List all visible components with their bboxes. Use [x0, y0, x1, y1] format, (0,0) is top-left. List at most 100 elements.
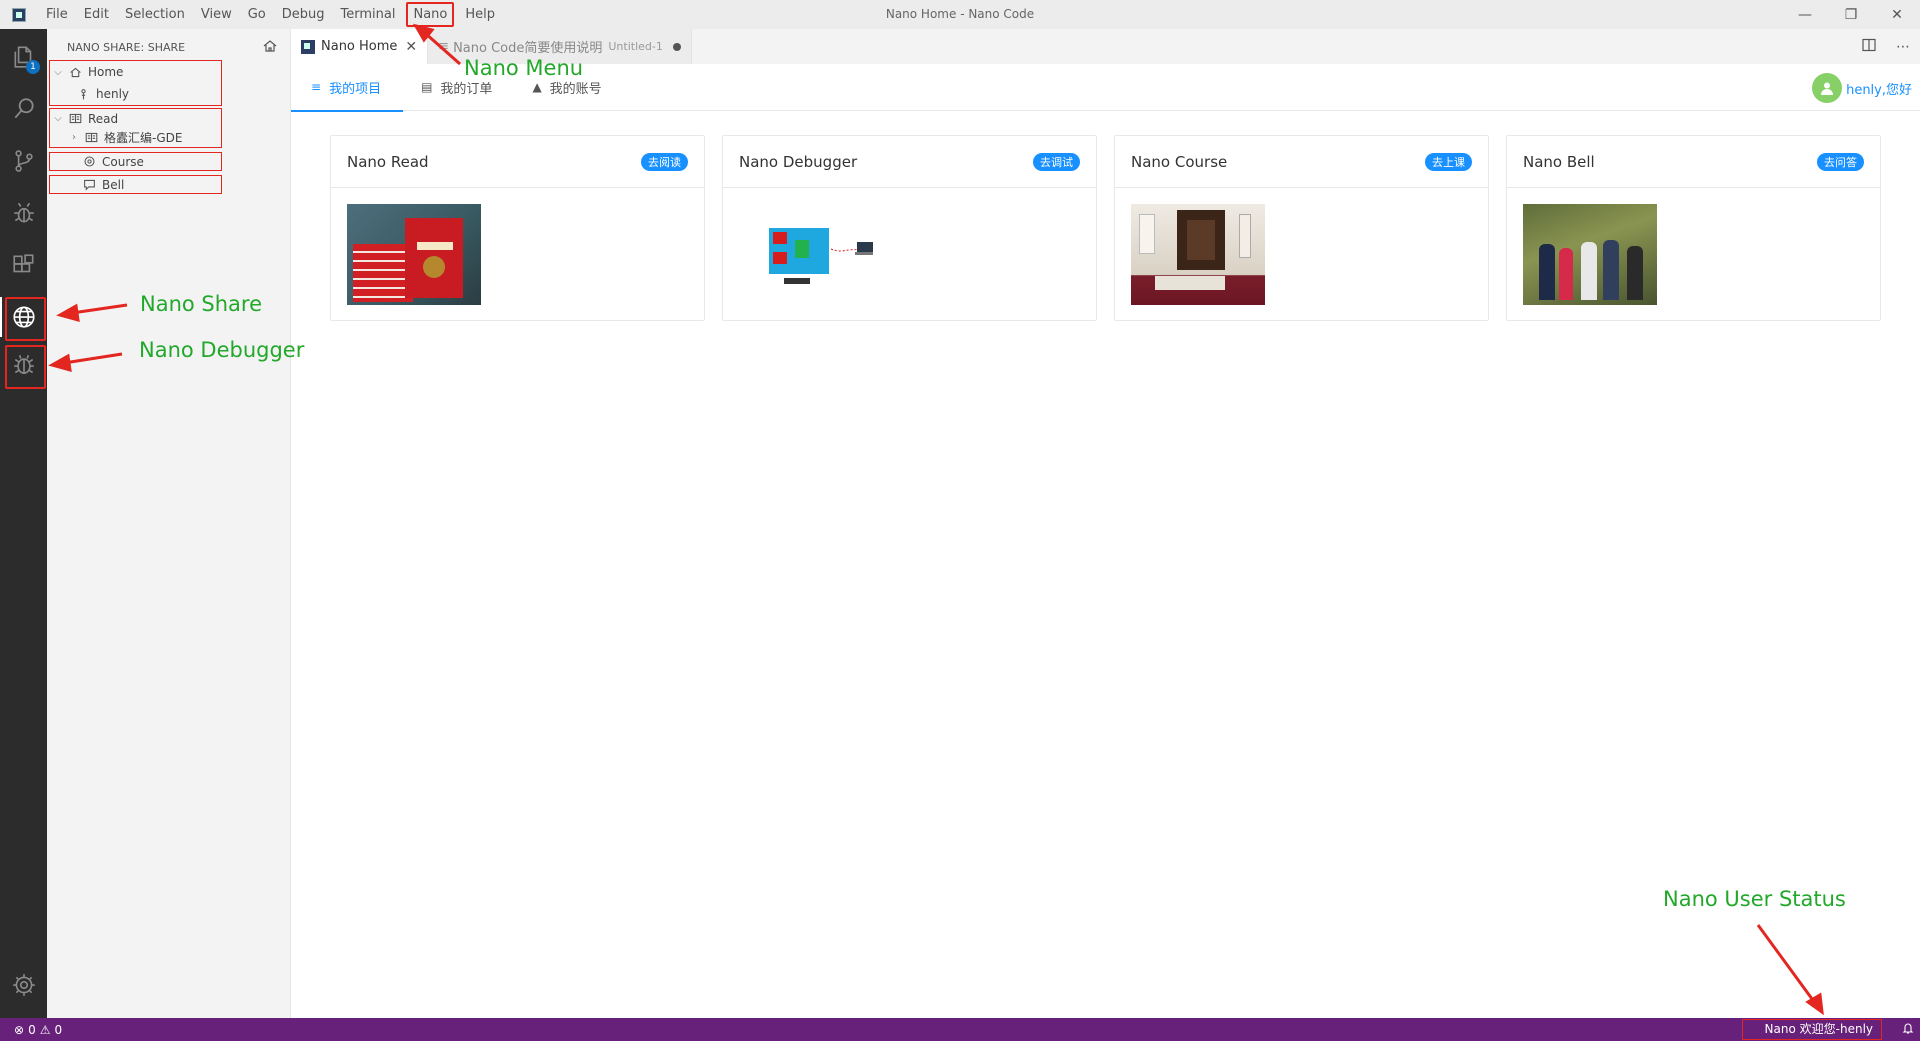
- tree-group-course: Course: [49, 152, 222, 171]
- go-class-button[interactable]: 去上课: [1425, 152, 1472, 171]
- tree-item-bell[interactable]: Bell: [50, 176, 221, 193]
- avatar[interactable]: [1812, 73, 1843, 103]
- nano-logo-icon: [301, 39, 315, 54]
- nano-user-status[interactable]: Nano 欢迎您-henly: [1741, 1019, 1882, 1040]
- window-controls: — ❐ ✕: [1782, 0, 1920, 29]
- explorer-button[interactable]: 1: [0, 33, 47, 81]
- search-button[interactable]: [0, 85, 47, 133]
- debug-button[interactable]: [0, 189, 47, 237]
- extensions-icon: [12, 254, 33, 273]
- error-count: 0: [28, 1022, 36, 1037]
- explorer-badge: 1: [26, 60, 40, 74]
- tab-actions: ⋯: [1852, 29, 1920, 64]
- settings-button[interactable]: [0, 961, 47, 1009]
- user-greeting[interactable]: henly,您好: [1812, 73, 1912, 103]
- tab-label: Nano Code简要使用说明: [453, 41, 603, 56]
- card-nano-debugger: Nano Debugger 去调试: [722, 135, 1097, 321]
- close-window-button[interactable]: ✕: [1874, 0, 1920, 29]
- bug-icon: [13, 354, 34, 374]
- menu-go[interactable]: Go: [240, 0, 274, 29]
- tree-item-read[interactable]: ⌵ Read: [50, 109, 221, 128]
- home-icon: [66, 65, 84, 79]
- greeting-text[interactable]: henly,您好: [1846, 79, 1912, 98]
- status-bar: ⊗ 0 ⚠ 0 Nano 欢迎您-henly: [0, 1018, 1920, 1041]
- restore-button[interactable]: ❐: [1828, 0, 1874, 29]
- nano-share-button[interactable]: [0, 293, 47, 341]
- bell-icon[interactable]: [1896, 1022, 1920, 1037]
- tab-nano-home[interactable]: Nano Home ✕: [291, 29, 429, 64]
- tree-group-home: ⌵ Home henly: [49, 60, 222, 106]
- card-nano-course: Nano Course 去上课: [1114, 135, 1489, 321]
- source-control-icon: [14, 150, 33, 172]
- more-actions-button[interactable]: ⋯: [1886, 39, 1920, 55]
- tree-item-home[interactable]: ⌵ Home: [50, 61, 221, 83]
- book-stack-image[interactable]: [347, 204, 481, 305]
- file-icon: ≡: [438, 39, 450, 54]
- menu-file[interactable]: File: [38, 0, 76, 29]
- go-read-button[interactable]: 去阅读: [641, 152, 688, 171]
- nano-home-view: ≡ 我的项目 ▤ 我的订单 ▲ 我的账号 henly,您好 Nano Read …: [290, 64, 1920, 1018]
- subnav-my-projects[interactable]: ≡ 我的项目: [290, 64, 404, 112]
- tab-description: Untitled-1: [608, 40, 663, 53]
- minimize-button[interactable]: —: [1782, 0, 1828, 29]
- go-ask-button[interactable]: 去问答: [1817, 152, 1864, 171]
- annotation-nano-debugger: Nano Debugger: [139, 338, 305, 362]
- menu-nano[interactable]: Nano: [406, 2, 455, 27]
- home-button[interactable]: [262, 38, 278, 57]
- error-icon: ⊗: [14, 1022, 25, 1037]
- globe-icon: [12, 306, 35, 328]
- app-logo: [0, 0, 38, 29]
- source-control-button[interactable]: [0, 137, 47, 185]
- problems-indicator[interactable]: ⊗ 0 ⚠ 0: [0, 1023, 62, 1037]
- card-header: Nano Bell 去问答: [1507, 136, 1880, 188]
- list-icon: ≡: [311, 80, 322, 94]
- card-title: Nano Read: [347, 152, 429, 171]
- menu-selection[interactable]: Selection: [117, 0, 193, 29]
- card-body: [723, 188, 1096, 321]
- menu-debug[interactable]: Debug: [274, 0, 333, 29]
- tree-item-label: Course: [102, 154, 144, 169]
- menu-view[interactable]: View: [193, 0, 240, 29]
- tree-item-label: Read: [88, 111, 119, 126]
- activity-bar: 1: [0, 29, 47, 1018]
- go-debug-button[interactable]: 去调试: [1033, 152, 1080, 171]
- card-nano-bell: Nano Bell 去问答: [1506, 135, 1881, 321]
- title-bar: File Edit Selection View Go Debug Termin…: [0, 0, 1920, 29]
- tree-item-label: Home: [88, 65, 124, 79]
- tree-item-label: henly: [96, 87, 130, 101]
- tree-item-label: 格蠹汇编-GDE: [104, 131, 183, 145]
- card-header: Nano Debugger 去调试: [723, 136, 1096, 188]
- menu-edit[interactable]: Edit: [76, 0, 117, 29]
- nano-debugger-button[interactable]: [0, 341, 47, 389]
- debugger-diagram-image[interactable]: [739, 204, 873, 305]
- tree-group-bell: Bell: [49, 175, 222, 194]
- search-icon: [14, 98, 34, 119]
- tab-label: Nano Home: [321, 39, 398, 54]
- status-right: Nano 欢迎您-henly: [1741, 1018, 1920, 1041]
- person-icon: [74, 87, 92, 101]
- split-editor-button[interactable]: [1852, 38, 1886, 56]
- menu-terminal[interactable]: Terminal: [333, 0, 404, 29]
- annotation-nano-menu: Nano Menu: [464, 56, 584, 80]
- menu-help[interactable]: Help: [457, 0, 503, 29]
- outdoor-group-image[interactable]: [1523, 204, 1657, 305]
- close-icon[interactable]: ✕: [405, 39, 417, 55]
- sidebar-title: NANO SHARE: SHARE: [67, 40, 186, 54]
- tree-item-henly[interactable]: henly: [50, 83, 221, 105]
- debug-icon: [13, 202, 34, 223]
- card-body: [1507, 188, 1880, 321]
- card-body: [331, 188, 704, 321]
- tree-item-course[interactable]: Course: [50, 153, 221, 170]
- book-icon: [66, 112, 84, 126]
- subnav-label: 我的项目: [329, 81, 382, 97]
- project-cards: Nano Read 去阅读 Nano Debugger 去调试 Nano Cou…: [330, 135, 1881, 321]
- unsaved-dot-icon[interactable]: [672, 42, 681, 51]
- tree-item-gde[interactable]: › 格蠹汇编-GDE: [50, 128, 221, 147]
- extensions-button[interactable]: [0, 241, 47, 289]
- warning-count: 0: [54, 1022, 63, 1037]
- card-header: Nano Read 去阅读: [331, 136, 704, 188]
- menu-bar: File Edit Selection View Go Debug Termin…: [38, 0, 503, 29]
- classroom-image[interactable]: [1131, 204, 1265, 305]
- order-icon: ▤: [421, 80, 433, 94]
- subnav-label: 我的订单: [440, 81, 493, 97]
